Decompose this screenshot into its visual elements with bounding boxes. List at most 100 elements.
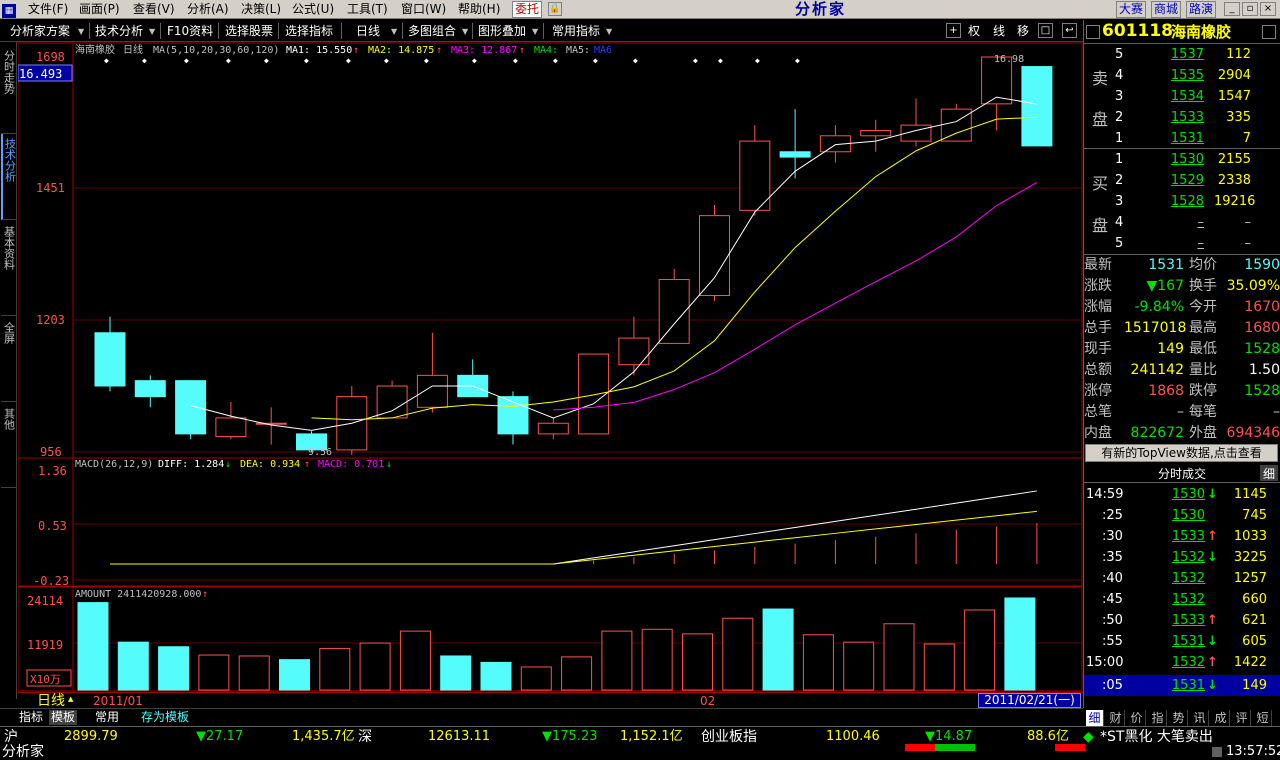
right-tab[interactable]: 势 (1170, 710, 1188, 726)
orderbook-row[interactable]: 1 1531 7 (1084, 128, 1280, 149)
candle-body[interactable] (376, 385, 408, 419)
tab-save-template[interactable]: 存为模板 (141, 710, 189, 725)
right-tab[interactable]: 讯 (1191, 710, 1209, 726)
chevron-down-icon[interactable]: ▼ (532, 25, 540, 38)
trade-row[interactable]: 15:00 1532 ↑ 1422 (1084, 652, 1280, 673)
tab-template[interactable]: 模板 (49, 710, 77, 725)
select-stock-button[interactable]: 选择股票 (225, 23, 273, 40)
trade-row[interactable]: :50 1533 ↑ 621 (1084, 610, 1280, 631)
menu-tools[interactable]: 工具(T) (347, 2, 388, 16)
right-tab[interactable]: 指 (1149, 710, 1167, 726)
candle-body[interactable] (416, 374, 448, 408)
small-square-icon[interactable] (1262, 25, 1276, 39)
menu-formula[interactable]: 公式(U) (292, 2, 334, 16)
chart-area[interactable]: 海南橡胶 日线 MA(5,10,20,30,60,120) MA1: 15.55… (17, 42, 1083, 698)
plus-icon[interactable]: + (946, 23, 961, 38)
select-indicator-button[interactable]: 选择指标 (285, 23, 333, 40)
menu-file[interactable]: 文件(F) (28, 2, 68, 16)
menu-decision[interactable]: 决策(L) (241, 2, 281, 16)
orderbook-row[interactable]: 3 1534 1547 (1084, 86, 1280, 107)
kline-chart[interactable]: 海南橡胶 日线 MA(5,10,20,30,60,120) MA1: 15.55… (17, 42, 1083, 698)
period-button[interactable]: 日线 (356, 23, 380, 40)
chevron-down-icon[interactable]: ▼ (391, 25, 399, 38)
tab-indicator[interactable]: 指标 (19, 710, 43, 725)
tech-analysis-button[interactable]: 技术分析 (95, 23, 143, 40)
right-tab[interactable]: 细 (1086, 710, 1104, 726)
tab-intraday[interactable]: 分时走势 (1, 46, 16, 134)
tab-other[interactable]: 其他 (1, 402, 16, 488)
small-square-icon[interactable] (1086, 25, 1100, 39)
menu-view[interactable]: 查看(V) (133, 2, 175, 16)
orderbook-row[interactable]: 1 1530 2155 (1084, 149, 1280, 170)
chevron-down-icon[interactable]: ▼ (78, 25, 86, 38)
candle-body[interactable] (134, 380, 166, 398)
candle-body[interactable] (739, 140, 771, 211)
detail-button[interactable]: 细 (1260, 465, 1278, 481)
orderbook-row[interactable]: 5 1537 112 (1084, 44, 1280, 65)
orderbook-row[interactable]: 4 – – (1084, 212, 1280, 233)
window-icon[interactable]: □ (1038, 23, 1053, 38)
menu-analysis[interactable]: 分析(A) (187, 2, 229, 16)
candle-body[interactable] (255, 422, 287, 425)
f10-button[interactable]: F10资料 (167, 23, 213, 40)
right-tab[interactable]: 财 (1107, 710, 1125, 726)
right-tab[interactable]: 价 (1128, 710, 1146, 726)
scheme-button[interactable]: 分析家方案 (10, 23, 70, 40)
right-tab[interactable]: 评 (1233, 710, 1251, 726)
candle-body[interactable] (779, 151, 811, 158)
chevron-down-icon[interactable]: ▼ (606, 25, 614, 38)
candle-body[interactable] (537, 422, 569, 435)
trade-row[interactable]: :55 1531 ↓ 605 (1084, 631, 1280, 652)
trust-button[interactable]: 委托 (512, 1, 542, 18)
right-tab[interactable]: 短 (1254, 710, 1272, 726)
contest-button[interactable]: 大赛 (1116, 1, 1146, 18)
menu-window[interactable]: 窗口(W) (401, 2, 446, 16)
news-ticker[interactable]: *ST黑化 大笔卖出 (1100, 729, 1213, 745)
candle-body[interactable] (175, 380, 207, 435)
app-icon[interactable]: ▦ (2, 2, 16, 18)
chevron-down-icon[interactable]: ▼ (149, 25, 157, 38)
rights-button[interactable]: 权 (968, 23, 980, 40)
orderbook-row[interactable]: 2 1533 335 (1084, 107, 1280, 128)
candle-body[interactable] (699, 215, 730, 296)
trade-row[interactable]: :30 1533 ↑ 1033 (1084, 526, 1280, 547)
orderbook-row[interactable]: 3 1528 19216 (1084, 191, 1280, 212)
roadshow-button[interactable]: 路演 (1186, 1, 1216, 18)
tab-fundamentals[interactable]: 基本资料 (1, 220, 16, 316)
trade-row[interactable]: :40 1532 1257 (1084, 568, 1280, 589)
move-button[interactable]: 移 (1017, 23, 1029, 40)
line-button[interactable]: 线 (993, 23, 1005, 40)
trade-row[interactable]: 14:59 1530 ↓ 1145 (1084, 484, 1280, 505)
lock-icon[interactable]: 🔒 (548, 2, 562, 16)
common-indicator-button[interactable]: 常用指标 (552, 23, 600, 40)
candle-body[interactable] (940, 108, 972, 142)
menu-screen[interactable]: 画面(P) (79, 2, 120, 16)
orderbook-row[interactable]: 4 1535 2904 (1084, 65, 1280, 86)
right-tab[interactable]: 成 (1212, 710, 1230, 726)
trade-row[interactable]: :25 1530 745 (1084, 505, 1280, 526)
candle-body[interactable] (618, 337, 650, 366)
multi-chart-button[interactable]: 多图组合 (408, 23, 456, 40)
restore-icon[interactable]: ▫ (1242, 2, 1258, 16)
candle-body[interactable] (578, 353, 610, 435)
candle-body[interactable] (94, 332, 126, 387)
candle-body[interactable] (215, 417, 247, 438)
minimize-icon[interactable]: _ (1224, 2, 1240, 16)
orderbook-row[interactable]: 5 – – (1084, 233, 1280, 254)
menu-help[interactable]: 帮助(H) (458, 2, 500, 16)
candle-body[interactable] (860, 129, 892, 137)
tab-fullscreen[interactable]: 全屏 (1, 316, 16, 402)
back-icon[interactable]: ↩ (1062, 23, 1077, 38)
trade-row[interactable]: :35 1532 ↓ 3225 (1084, 547, 1280, 568)
tab-common[interactable]: 常用 (95, 710, 119, 725)
overlay-button[interactable]: 图形叠加 (478, 23, 526, 40)
mall-button[interactable]: 商城 (1151, 1, 1181, 18)
chevron-down-icon[interactable]: ▼ (462, 25, 470, 38)
candle-body[interactable] (1021, 66, 1053, 147)
trade-row[interactable]: :05 1531 ↓ 149 (1084, 675, 1280, 696)
orderbook-row[interactable]: 2 1529 2338 (1084, 170, 1280, 191)
topview-button[interactable]: 有新的TopView数据,点击查看 (1085, 444, 1278, 462)
close-icon[interactable]: × (1260, 2, 1276, 16)
tab-technical[interactable]: 技术分析 (1, 134, 17, 220)
trade-row[interactable]: :45 1532 660 (1084, 589, 1280, 610)
